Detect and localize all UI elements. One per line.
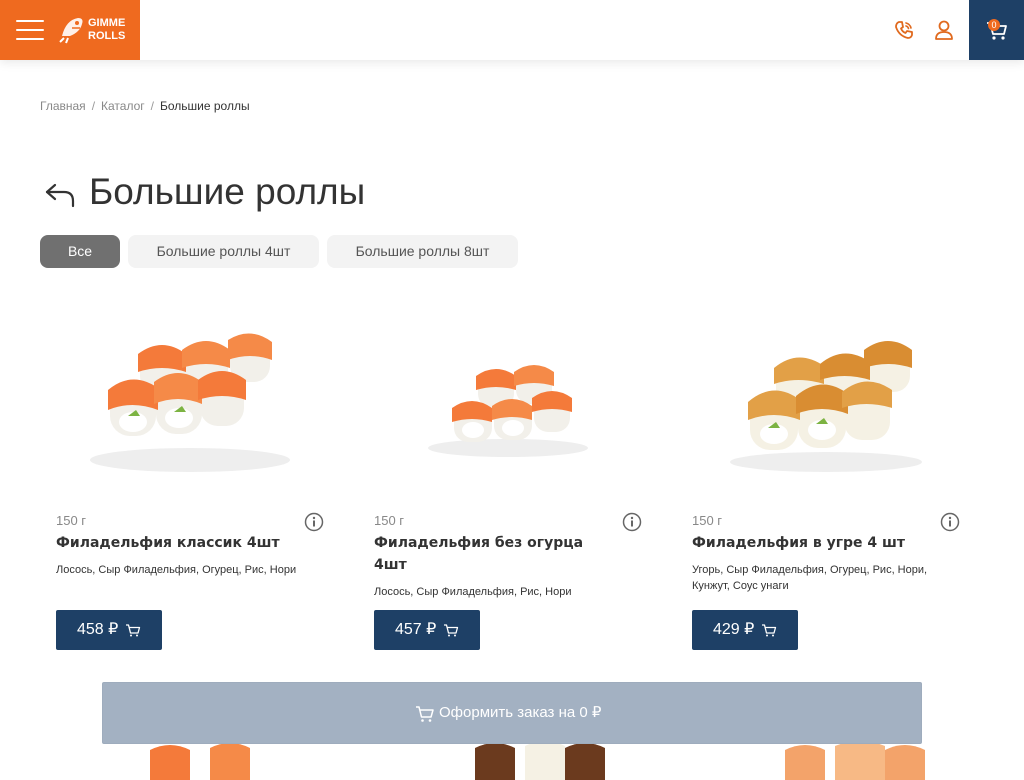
product-image[interactable] xyxy=(716,310,936,490)
breadcrumb-separator: / xyxy=(91,99,96,113)
breadcrumb-separator: / xyxy=(150,99,154,113)
logo-text-line2: ROLLS xyxy=(88,30,126,42)
breadcrumb-current: Большие роллы xyxy=(160,99,250,113)
product-card[interactable]: 150 г Филадельфия без огурца 4шт Лосось,… xyxy=(358,300,648,660)
filter-chip-all[interactable]: Все xyxy=(40,235,120,268)
product-weight: 150 г xyxy=(374,513,405,528)
filter-chip-8pcs[interactable]: Большие роллы 8шт xyxy=(327,235,518,268)
info-icon[interactable] xyxy=(622,512,642,532)
breadcrumb-catalog[interactable]: Каталог xyxy=(101,99,145,113)
cart-icon xyxy=(416,706,434,722)
product-image[interactable] xyxy=(398,310,618,490)
breadcrumb-home[interactable]: Главная xyxy=(40,99,86,113)
product-composition: Угорь, Сыр Филадельфия, Огурец, Рис, Нор… xyxy=(692,564,928,592)
product-weight: 150 г xyxy=(56,513,87,528)
add-to-cart-button[interactable]: 429 ₽ xyxy=(692,610,798,650)
product-price: 458 ₽ xyxy=(77,621,119,638)
logo-text-line1: GIMME xyxy=(88,17,126,29)
product-image-peek xyxy=(475,741,605,780)
add-to-cart-button[interactable]: 457 ₽ xyxy=(374,610,480,650)
logo-area: GIMME ROLLS xyxy=(0,0,140,60)
cart-add-icon xyxy=(762,624,777,637)
product-image[interactable] xyxy=(80,310,300,490)
product-card[interactable]: 150 г Филадельфия в угре 4 шт Угорь, Сыр… xyxy=(676,300,966,660)
phone-icon[interactable] xyxy=(893,19,915,41)
product-weight: 150 г xyxy=(692,513,723,528)
product-name[interactable]: Филадельфия классик 4шт xyxy=(56,532,286,554)
back-arrow-icon[interactable] xyxy=(44,178,76,210)
logo-text[interactable]: GIMME ROLLS xyxy=(88,17,136,43)
info-icon[interactable] xyxy=(304,512,324,532)
breadcrumb: Главная / Каталог / Большие роллы xyxy=(40,99,250,113)
user-icon[interactable] xyxy=(933,19,955,41)
menu-icon[interactable] xyxy=(16,18,44,42)
product-composition: Лосось, Сыр Филадельфия, Огурец, Рис, Но… xyxy=(56,564,297,576)
product-name[interactable]: Филадельфия в угре 4 шт xyxy=(692,532,922,554)
product-card[interactable]: 150 г Филадельфия классик 4шт Лосось, Сы… xyxy=(40,300,330,660)
cart-button[interactable]: 0 xyxy=(969,0,1024,60)
product-price: 457 ₽ xyxy=(395,621,437,638)
info-icon[interactable] xyxy=(940,512,960,532)
product-image-peek xyxy=(150,743,250,780)
product-name[interactable]: Филадельфия без огурца 4шт xyxy=(374,532,604,576)
checkout-label: Оформить заказ на 0 ₽ xyxy=(439,704,602,721)
cart-add-icon xyxy=(126,624,141,637)
cart-add-icon xyxy=(444,624,459,637)
filter-chip-4pcs[interactable]: Большие роллы 4шт xyxy=(128,235,319,268)
logo-mascot-icon[interactable] xyxy=(58,14,86,44)
product-composition: Лосось, Сыр Филадельфия, Рис, Нори xyxy=(374,586,572,598)
checkout-button[interactable]: Оформить заказ на 0 ₽ xyxy=(102,682,922,744)
page-title: Большие роллы xyxy=(89,171,366,212)
add-to-cart-button[interactable]: 458 ₽ xyxy=(56,610,162,650)
site-header: GIMME ROLLS 0 xyxy=(0,0,1024,60)
product-price: 429 ₽ xyxy=(713,621,755,638)
cart-count-badge: 0 xyxy=(988,19,1000,31)
product-image-peek xyxy=(785,741,925,780)
